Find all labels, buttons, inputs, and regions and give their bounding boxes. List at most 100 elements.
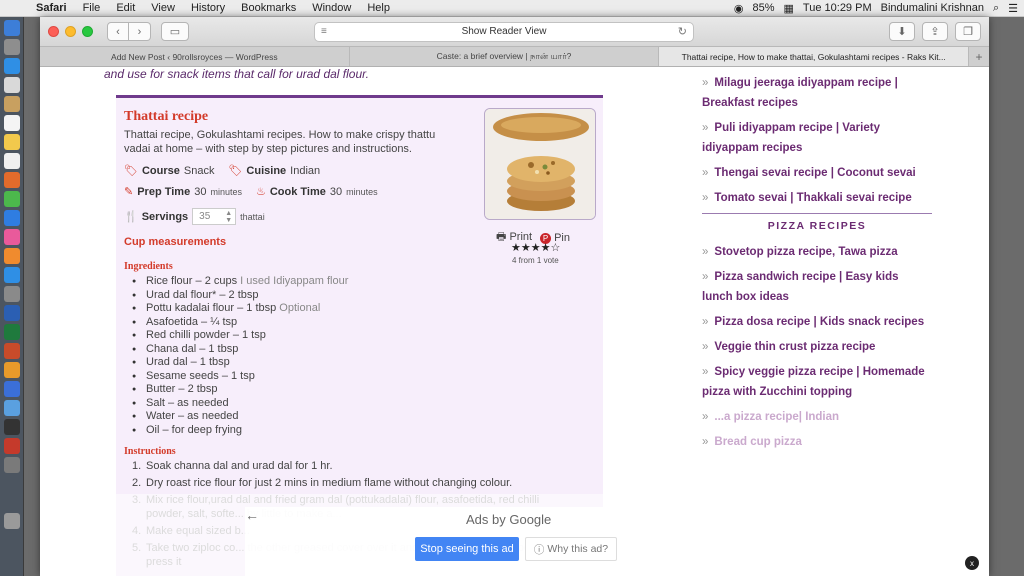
menu-list-icon[interactable]: ☰ [1008, 2, 1018, 15]
tag-icon: 🏷 [228, 165, 243, 177]
safari-icon[interactable] [4, 58, 20, 74]
excel-icon[interactable] [4, 324, 20, 340]
sidebar-list-idiyappam: » Milagu jeeraga idiyappam recipe | Break… [702, 67, 932, 208]
sidebar-link-label: Milagu jeeraga idiyappam recipe | Breakf… [702, 77, 898, 109]
sidebar-toggle-button[interactable]: ▭ [161, 22, 189, 41]
reader-view-icon[interactable]: ≡ [321, 26, 327, 37]
calendar-icon[interactable] [4, 115, 20, 131]
sidebar-link[interactable]: » Milagu jeeraga idiyappam recipe | Break… [702, 73, 932, 113]
ibooks-icon[interactable] [4, 248, 20, 264]
menu-bookmarks[interactable]: Bookmarks [233, 2, 304, 14]
finder-icon[interactable] [4, 20, 20, 36]
web-page: and use for snack items that call for ur… [40, 67, 989, 576]
contacts-icon[interactable] [4, 96, 20, 112]
sidebar-link-label: Spicy veggie pizza recipe | Homemade piz… [702, 366, 925, 398]
facetime-icon[interactable] [4, 210, 20, 226]
minimize-window-button[interactable] [65, 26, 76, 37]
tab-thattai[interactable]: Thattai recipe, How to make thattai, Gok… [659, 47, 970, 66]
mail-icon[interactable] [4, 77, 20, 93]
tab-bar: Add New Post ‹ 90rollsroyces — WordPress… [40, 47, 989, 67]
step-number: 1. [132, 460, 142, 472]
downloads-button[interactable]: ⬇ [889, 22, 915, 41]
tab-wordpress[interactable]: Add New Post ‹ 90rollsroyces — WordPress [40, 47, 350, 66]
share-button[interactable]: ⇪ [922, 22, 948, 41]
messages-icon[interactable] [4, 191, 20, 207]
trash-icon[interactable] [4, 513, 20, 529]
course-cuisine-row: 🏷 Course Snack 🏷 Cuisine Indian [124, 164, 321, 178]
acrobat-icon[interactable] [4, 438, 20, 454]
back-button[interactable]: ‹ [107, 22, 129, 41]
itunes-icon[interactable] [4, 229, 20, 245]
instructions-heading: Instructions [124, 446, 176, 457]
downloads-icon[interactable] [4, 457, 20, 473]
flag-icon[interactable]: ▦ [784, 2, 794, 15]
stepper-icon[interactable]: ▲ ▼ [225, 210, 232, 224]
instruction-step: 2. Dry roast rice flour for just 2 mins i… [132, 476, 572, 490]
sidebar-link[interactable]: » Tomato sevai | Thakkali sevai recipe [702, 188, 932, 208]
user-name[interactable]: Bindumalini Krishnan [881, 2, 984, 14]
photos-icon[interactable] [4, 172, 20, 188]
terminal-icon[interactable] [4, 419, 20, 435]
menu-help[interactable]: Help [359, 2, 398, 14]
menu-window[interactable]: Window [304, 2, 359, 14]
menu-file[interactable]: File [75, 2, 109, 14]
address-bar[interactable]: ≡ Show Reader View ↻ [314, 21, 694, 42]
ingredient-text: Chana dal – 1 tbsp [146, 342, 239, 355]
address-bar-text: Show Reader View [461, 26, 547, 37]
system-preferences-icon[interactable] [4, 286, 20, 302]
ingredients-heading: Ingredients [124, 261, 173, 272]
ingredient-item: Water – as needed [132, 410, 492, 424]
close-window-button[interactable] [48, 26, 59, 37]
clock[interactable]: Tue 10:29 PM [803, 2, 872, 14]
why-this-ad-button[interactable]: ⓘ Why this ad? [525, 537, 617, 561]
wifi-icon[interactable]: ◉ [734, 2, 744, 15]
new-tab-button[interactable]: + [969, 47, 989, 66]
notes-icon[interactable] [4, 134, 20, 150]
powerpoint-icon[interactable] [4, 343, 20, 359]
reload-icon[interactable]: ↻ [678, 25, 687, 38]
forward-button[interactable]: › [129, 22, 151, 41]
word-icon[interactable] [4, 305, 20, 321]
chevron-right-icon: » [702, 271, 709, 283]
skype-icon[interactable] [4, 400, 20, 416]
ad-title: Ads by Google [466, 512, 552, 527]
sidebar-link[interactable]: » Thengai sevai recipe | Coconut sevai [702, 163, 932, 183]
ad-close-button[interactable]: x [965, 556, 979, 570]
chevron-right-icon: » [702, 167, 709, 179]
tab-caste[interactable]: Caste: a brief overview | நான் யார்? [350, 47, 660, 66]
cup-measurements-link[interactable]: Cup measurements [124, 236, 226, 248]
sidebar-link[interactable]: » Puli idiyappam recipe | Variety idiyapp… [702, 118, 932, 158]
spotlight-icon[interactable]: ⌕ [993, 2, 999, 15]
menu-view[interactable]: View [143, 2, 183, 14]
download-icon: ⬇ [897, 26, 907, 38]
cuisine-value: Indian [290, 164, 321, 177]
servings-input[interactable]: 35 ▲ ▼ [192, 208, 237, 225]
sidebar-link[interactable]: » Bread cup pizza [702, 432, 932, 452]
ingredient-item: Red chilli powder – 1 tsp [132, 329, 492, 343]
rating-stars[interactable]: ★★★★☆ [511, 241, 560, 254]
stop-seeing-ad-button[interactable]: Stop seeing this ad [415, 537, 519, 561]
ad-back-arrow-icon[interactable]: ← [245, 507, 259, 523]
sidebar-link-label: Pizza dosa recipe | Kids snack recipes [714, 316, 925, 328]
reminders-icon[interactable] [4, 153, 20, 169]
ingredient-text: Pottu kadalai flour – 1 tbsp [146, 302, 277, 314]
sidebar-link[interactable]: » Spicy veggie pizza recipe | Homemade pi… [702, 362, 932, 402]
ingredient-note: Optional [276, 302, 321, 314]
right-toolbar: ⬇ ⇪ ❐ [889, 22, 981, 41]
sidebar-link[interactable]: » ...a pizza recipe| Indian [702, 407, 932, 427]
menu-edit[interactable]: Edit [108, 2, 143, 14]
tab-overview-button[interactable]: ❐ [955, 22, 981, 41]
chrome-icon[interactable] [4, 381, 20, 397]
firefox-icon[interactable] [4, 362, 20, 378]
servings-label: Servings [141, 210, 189, 223]
launchpad-icon[interactable] [4, 39, 20, 55]
sidebar-link[interactable]: » Pizza sandwich recipe | Easy kids lunch… [702, 267, 932, 307]
sidebar-link[interactable]: » Pizza dosa recipe | Kids snack recipes [702, 312, 932, 332]
sidebar-link[interactable]: » Stovetop pizza recipe, Tawa pizza [702, 242, 932, 262]
zoom-window-button[interactable] [82, 26, 93, 37]
app-store-icon[interactable] [4, 267, 20, 283]
sidebar-link[interactable]: » Veggie thin crust pizza recipe [702, 337, 932, 357]
menu-app-safari[interactable]: Safari [28, 2, 75, 14]
menu-history[interactable]: History [183, 2, 233, 14]
battery-percent[interactable]: 85% [752, 2, 774, 14]
